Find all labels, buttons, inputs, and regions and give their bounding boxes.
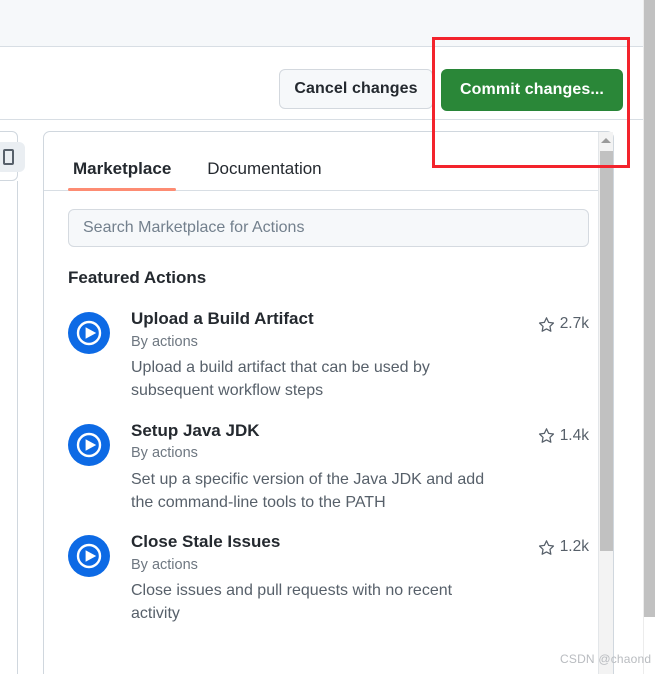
featured-actions-heading: Featured Actions [68,268,207,287]
panel-scrollbar-thumb[interactable] [600,151,613,551]
star-count-label: 2.7k [559,315,589,332]
cancel-changes-button[interactable]: Cancel changes [279,69,433,109]
code-brackets-icon [3,149,14,165]
action-details: Setup Java JDK By actions Set up a speci… [131,421,538,515]
action-title: Upload a Build Artifact [131,309,314,328]
search-area [44,191,613,247]
action-description: Upload a build artifact that can be used… [131,359,430,399]
left-sidebar-stub-body [0,181,18,674]
tab-marketplace[interactable]: Marketplace [68,160,177,191]
action-details: Upload a Build Artifact By actions Uploa… [131,309,538,403]
star-count: 2.7k [538,315,589,333]
star-icon [538,539,554,555]
watermark-text: CSDN @chaond [560,652,652,666]
left-sidebar-stub[interactable] [0,131,25,181]
action-title: Close Stale Issues [131,532,281,552]
star-count-label: 1.4k [559,426,589,444]
list-item[interactable]: Upload a Build Artifact By actions Uploa… [44,300,613,412]
star-icon [538,428,554,444]
action-details: Close Stale Issues By actions Close issu… [131,532,538,626]
play-circle-icon [68,535,110,578]
list-item[interactable]: Setup Java JDK By actions Set up a speci… [44,412,613,524]
top-toolbar-strip [0,0,643,47]
commit-changes-button[interactable]: Commit changes... [441,69,623,111]
panel-scrollbar[interactable] [598,132,613,674]
star-count: 1.2k [538,538,589,556]
commit-action-bar: Cancel changes Commit changes... [0,48,643,120]
star-count-label: 1.2k [559,538,589,556]
play-circle-icon [68,312,110,354]
star-icon [538,316,554,332]
action-description: Close issues and pull requests with no r… [131,582,453,623]
app-screen: Cancel changes Commit changes... Marketp… [0,0,655,674]
play-circle-icon [68,423,110,466]
list-item[interactable]: Close Stale Issues By actions Close issu… [44,523,613,635]
scroll-up-button[interactable] [599,132,613,149]
tab-documentation[interactable]: Documentation [202,160,326,190]
marketplace-panel: Marketplace Documentation Featured Actio… [43,131,614,674]
action-author: By actions [131,557,198,574]
page-scrollbar-thumb[interactable] [644,0,655,617]
featured-actions-list: Upload a Build Artifact By actions Uploa… [44,300,613,635]
action-description: Set up a specific version of the Java JD… [131,470,485,511]
action-title: Setup Java JDK [131,420,260,440]
page-scrollbar[interactable] [643,0,655,674]
panel-tabbar: Marketplace Documentation [44,132,613,191]
action-author: By actions [131,333,198,350]
action-author: By actions [131,445,198,462]
star-count: 1.4k [538,427,589,445]
chevron-up-icon [601,138,611,143]
search-marketplace-input[interactable] [68,209,589,247]
